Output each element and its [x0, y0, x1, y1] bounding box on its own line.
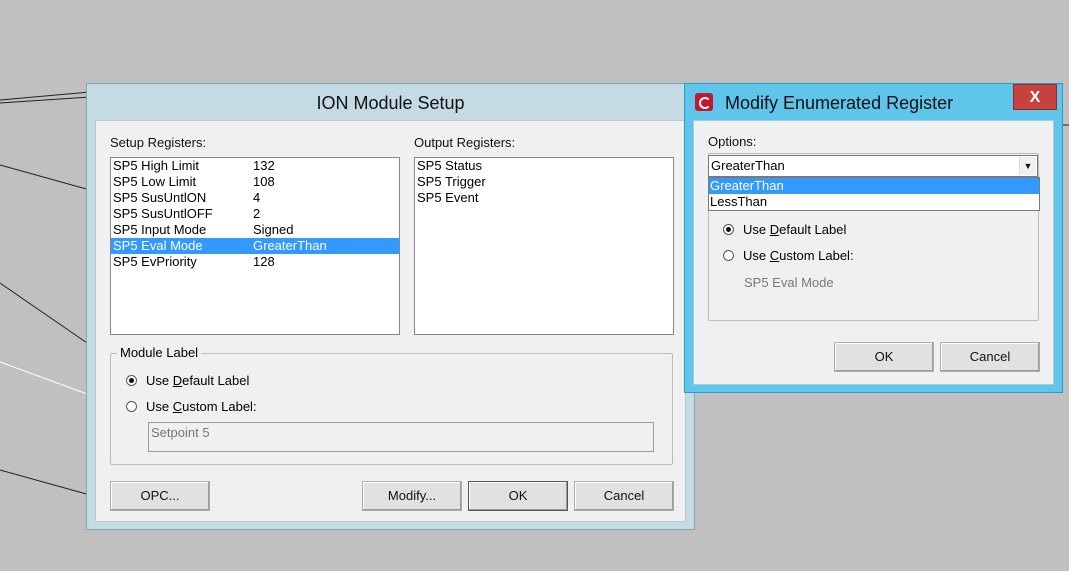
list-item[interactable]: SP5 EvPriority 128	[111, 254, 399, 270]
register-name: SP5 Input Mode	[113, 222, 207, 237]
modify-enumerated-register-window: Modify Enumerated Register X Options: Us…	[684, 83, 1063, 393]
list-item[interactable]: SP5 Input Mode Signed	[111, 222, 399, 238]
setup-registers-label: Setup Registers:	[110, 135, 207, 150]
options-combobox[interactable]: GreaterThan ▼	[708, 155, 1038, 177]
wire-line	[0, 164, 91, 191]
use-default-label-text: Use Default Label	[743, 222, 847, 237]
options-dropdown-list[interactable]: GreaterThan LessThan	[708, 177, 1040, 211]
use-custom-label-text: Use Custom Label:	[146, 399, 257, 414]
register-value: GreaterThan	[253, 238, 327, 253]
list-item[interactable]: SP5 Status	[415, 158, 673, 174]
custom-label-value: SP5 Eval Mode	[744, 275, 834, 290]
register-value: 108	[253, 174, 275, 189]
dialog-client-area: Setup Registers: Output Registers: SP5 H…	[95, 120, 686, 522]
combobox-value: GreaterThan	[711, 158, 785, 173]
list-item[interactable]: SP5 Trigger	[415, 174, 673, 190]
register-value: 132	[253, 158, 275, 173]
wire-line	[0, 91, 91, 101]
dialog-client-area: Options: Use Default Label Use Custom La…	[693, 120, 1054, 385]
register-name: SP5 EvPriority	[113, 254, 197, 269]
use-custom-label-text: Use Custom Label:	[743, 248, 854, 263]
radio-unchecked-icon[interactable]	[126, 401, 137, 412]
window-title[interactable]: ION Module Setup	[87, 84, 694, 120]
register-value: 2	[253, 206, 261, 221]
register-name: SP5 SusUntlON	[113, 190, 207, 205]
wire-line	[0, 96, 91, 104]
cancel-button[interactable]: Cancel	[940, 342, 1040, 372]
options-label: Options:	[708, 134, 757, 149]
wire-line	[0, 282, 91, 346]
list-item[interactable]: SP5 SusUntlON 4	[111, 190, 399, 206]
dropdown-option[interactable]: LessThan	[709, 194, 1039, 210]
list-item[interactable]: SP5 SusUntlOFF 2	[111, 206, 399, 222]
ion-module-setup-window: ION Module Setup Setup Registers: Output…	[86, 83, 695, 530]
register-name: SP5 Eval Mode	[113, 238, 203, 253]
list-item[interactable]: SP5 Event	[415, 190, 673, 206]
module-label-group-title: Module Label	[117, 345, 202, 360]
custom-label-field[interactable]: Setpoint 5	[148, 422, 654, 452]
register-value: 4	[253, 190, 261, 205]
list-item[interactable]: SP5 Low Limit 108	[111, 174, 399, 190]
window-title[interactable]: Modify Enumerated Register	[725, 84, 953, 120]
wire-line	[0, 361, 91, 396]
radio-checked-icon[interactable]	[126, 375, 137, 386]
dropdown-option[interactable]: GreaterThan	[709, 178, 1039, 194]
dropdown-arrow-icon[interactable]: ▼	[1019, 157, 1036, 175]
modify-button[interactable]: Modify...	[362, 481, 462, 511]
setup-registers-list[interactable]: SP5 High Limit 132 SP5 Low Limit 108 SP5 Sus…	[110, 157, 400, 335]
list-item[interactable]: SP5 High Limit 132	[111, 158, 399, 174]
wire-line	[0, 469, 91, 496]
ok-button[interactable]: OK	[834, 342, 934, 372]
register-value: 128	[253, 254, 275, 269]
register-name: SP5 Low Limit	[113, 174, 197, 189]
use-default-label-text: Use Default Label	[146, 373, 250, 388]
opc-button[interactable]: OPC...	[110, 481, 210, 511]
output-registers-label: Output Registers:	[414, 135, 516, 150]
register-name: SP5 High Limit	[113, 158, 199, 173]
radio-checked-icon[interactable]	[723, 224, 734, 235]
ok-button[interactable]: OK	[468, 481, 568, 511]
radio-unchecked-icon[interactable]	[723, 250, 734, 261]
cancel-button[interactable]: Cancel	[574, 481, 674, 511]
app-icon	[695, 93, 713, 111]
register-value: Signed	[253, 222, 294, 237]
list-item[interactable]: SP5 Eval Mode GreaterThan	[111, 238, 399, 254]
register-name: SP5 SusUntlOFF	[113, 206, 213, 221]
output-registers-list[interactable]: SP5 Status SP5 Trigger SP5 Event	[414, 157, 674, 335]
close-button[interactable]: X	[1013, 84, 1057, 110]
module-label-group: Module Label Use Default Label Use Custo…	[110, 345, 673, 465]
